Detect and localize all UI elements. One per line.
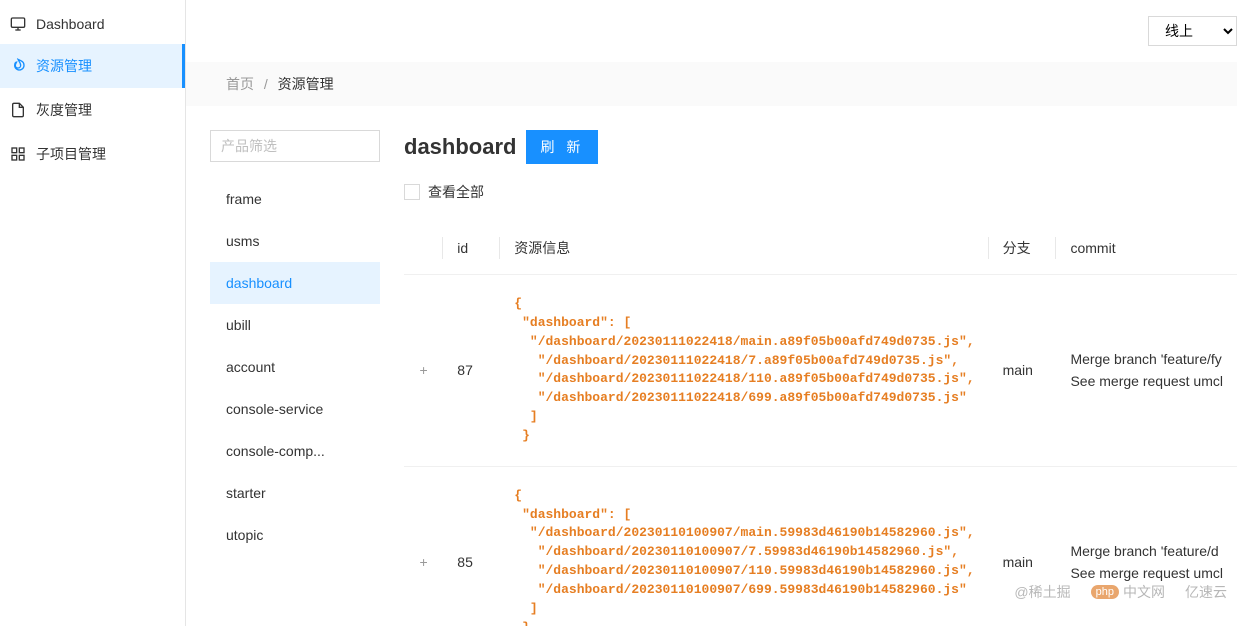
cell-id: 87	[443, 275, 500, 467]
cell-commit: Merge branch 'feature/fy See merge reque…	[1056, 275, 1237, 467]
sidebar-item-dashboard[interactable]: Dashboard	[0, 4, 185, 44]
expand-toggle[interactable]: +	[404, 466, 443, 626]
sidebar-item-label: 子项目管理	[36, 144, 106, 164]
cell-info: { "dashboard": [ "/dashboard/20230110100…	[500, 466, 988, 626]
sidebar-item-label: Dashboard	[36, 16, 105, 32]
breadcrumb-current: 资源管理	[278, 76, 334, 92]
product-item-account[interactable]: account	[210, 346, 380, 388]
breadcrumb-separator: /	[264, 76, 268, 92]
product-panel: frame usms dashboard ubill account conso…	[210, 130, 380, 626]
detail-title: dashboard	[404, 134, 516, 160]
sidebar-item-resource[interactable]: 资源管理	[0, 44, 185, 88]
product-item-console-service[interactable]: console-service	[210, 388, 380, 430]
detail-panel: dashboard 刷 新 查看全部 id 资源信息 分支 commit	[404, 130, 1237, 626]
main-sidebar: Dashboard 资源管理 灰度管理 子项目管理	[0, 0, 186, 626]
product-item-starter[interactable]: starter	[210, 472, 380, 514]
grid-icon	[10, 146, 26, 162]
breadcrumb: 首页 / 资源管理	[186, 62, 1237, 106]
table-row: + 85 { "dashboard": [ "/dashboard/202301…	[404, 466, 1237, 626]
file-icon	[10, 102, 26, 118]
view-all-checkbox[interactable]	[404, 184, 420, 200]
sidebar-item-gray[interactable]: 灰度管理	[0, 88, 185, 132]
cell-info: { "dashboard": [ "/dashboard/20230111022…	[500, 275, 988, 467]
col-branch: 分支	[989, 222, 1057, 275]
breadcrumb-home[interactable]: 首页	[226, 76, 254, 92]
sidebar-item-subproject[interactable]: 子项目管理	[0, 132, 185, 176]
cell-branch: main	[989, 466, 1057, 626]
product-item-utopic[interactable]: utopic	[210, 514, 380, 556]
cell-id: 85	[443, 466, 500, 626]
env-select[interactable]: 线上	[1148, 16, 1237, 46]
resource-table: id 资源信息 分支 commit + 87 { "dashboard": [ …	[404, 222, 1237, 626]
fire-icon	[10, 58, 26, 74]
monitor-icon	[10, 16, 26, 32]
col-expand	[404, 222, 443, 275]
top-bar: 线上	[186, 0, 1237, 62]
cell-commit: Merge branch 'feature/d See merge reques…	[1056, 466, 1237, 626]
product-item-ubill[interactable]: ubill	[210, 304, 380, 346]
col-id: id	[443, 222, 500, 275]
cell-branch: main	[989, 275, 1057, 467]
col-info: 资源信息	[500, 222, 988, 275]
view-all-label: 查看全部	[428, 182, 484, 202]
product-filter-input[interactable]	[210, 130, 380, 162]
table-row: + 87 { "dashboard": [ "/dashboard/202301…	[404, 275, 1237, 467]
product-item-usms[interactable]: usms	[210, 220, 380, 262]
product-item-dashboard[interactable]: dashboard	[210, 262, 380, 304]
refresh-button[interactable]: 刷 新	[526, 130, 598, 164]
content-area: 线上 首页 / 资源管理 frame usms dashboard ubill …	[186, 0, 1237, 626]
product-item-frame[interactable]: frame	[210, 178, 380, 220]
sidebar-item-label: 灰度管理	[36, 100, 92, 120]
sidebar-item-label: 资源管理	[36, 56, 92, 76]
product-item-console-comp[interactable]: console-comp...	[210, 430, 380, 472]
expand-toggle[interactable]: +	[404, 275, 443, 467]
col-commit: commit	[1056, 222, 1237, 275]
